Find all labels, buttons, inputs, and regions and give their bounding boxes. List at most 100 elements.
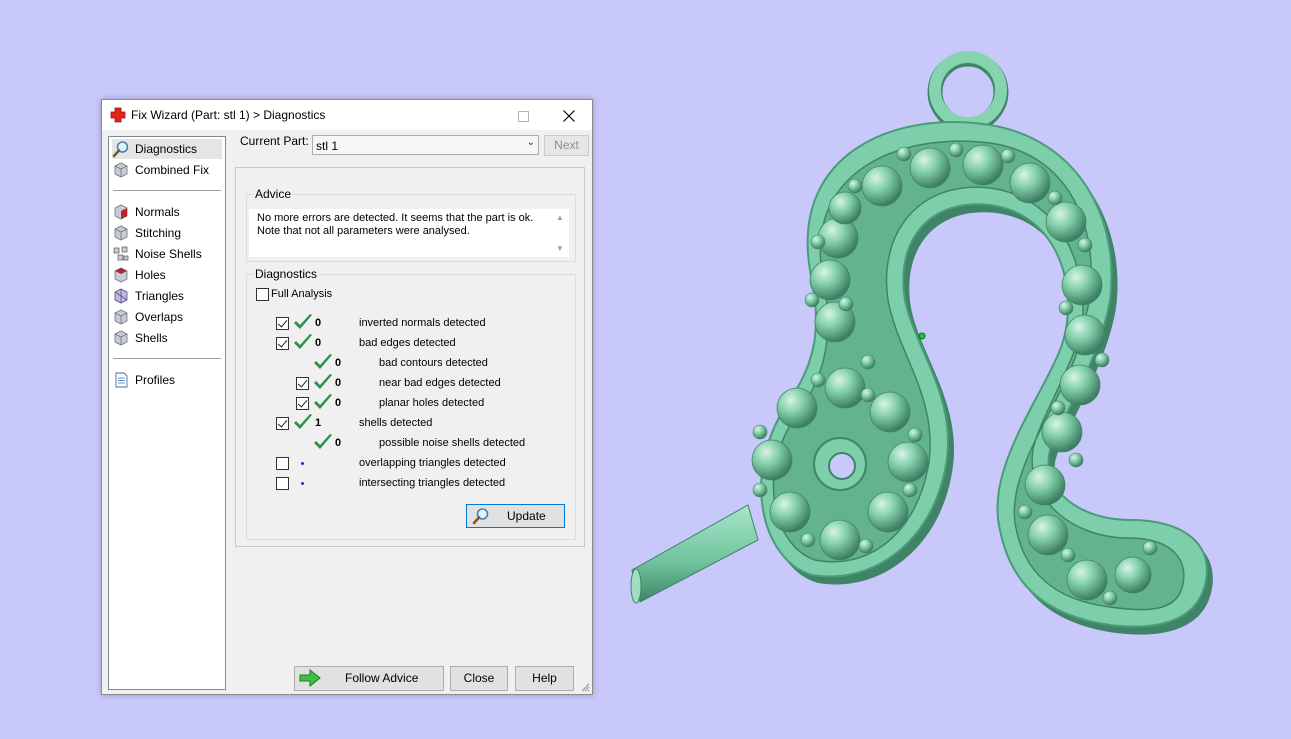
close-icon (563, 110, 575, 123)
next-button[interactable]: Next (544, 135, 589, 156)
not-analysed-dot-icon (301, 462, 304, 465)
diagnostic-checkbox[interactable] (276, 317, 289, 330)
advice-title: Advice (253, 187, 294, 201)
green-check-icon (294, 334, 312, 349)
nav-normals[interactable]: Normals (112, 202, 222, 222)
follow-advice-button[interactable]: Follow Advice (294, 666, 444, 691)
diagnostic-label: possible noise shells detected (379, 437, 526, 449)
green-check-icon (314, 374, 332, 389)
diagnostic-count: 0 (335, 397, 342, 409)
profiles-document-icon (115, 372, 128, 388)
diagnostic-count: 0 (335, 357, 342, 369)
green-check-icon (314, 354, 332, 369)
pendant-model (630, 51, 1213, 635)
current-part-label: Current Part: (240, 134, 309, 148)
magnifier-icon (112, 141, 129, 158)
holes-cube-icon (114, 267, 128, 283)
scroll-up-icon[interactable]: ▲ (556, 213, 564, 222)
diagnostic-label: planar holes detected (379, 397, 485, 409)
nav-label: Stitching (135, 226, 182, 240)
nav-label: Normals (135, 205, 180, 219)
nav-triangles[interactable]: Triangles (112, 286, 222, 306)
close-button[interactable]: Close (450, 666, 508, 691)
diagnostic-count: 0 (335, 377, 342, 389)
nav-label: Combined Fix (135, 163, 210, 177)
nav-combined-fix[interactable]: Combined Fix (112, 160, 222, 180)
fix-wizard-dialog: Fix Wizard (Part: stl 1) > Diagnostics D… (101, 99, 593, 695)
follow-advice-label: Follow Advice (345, 671, 419, 685)
triangles-cube-icon (114, 288, 128, 304)
diagnostic-checkbox[interactable] (276, 477, 289, 490)
magnifier-icon (472, 508, 489, 525)
full-analysis-checkbox[interactable] (256, 288, 269, 301)
resize-grip-icon[interactable] (580, 682, 590, 692)
diagnostic-label: near bad edges detected (379, 377, 501, 389)
close-window-button[interactable] (546, 100, 592, 130)
diagnostic-label: shells detected (359, 417, 433, 429)
update-label: Update (507, 509, 546, 523)
maximize-icon (517, 110, 529, 122)
green-arrow-icon (299, 669, 321, 687)
advice-line: Note that not all parameters were analys… (257, 225, 470, 237)
green-check-icon (294, 314, 312, 329)
nav-label: Shells (135, 331, 168, 345)
diagnostic-checkbox[interactable] (296, 397, 309, 410)
nav-overlaps[interactable]: Overlaps (112, 307, 222, 327)
window-title: Fix Wizard (Part: stl 1) > Diagnostics (131, 108, 326, 122)
nav-noise-shells[interactable]: Noise Shells (112, 244, 222, 264)
nav-holes[interactable]: Holes (112, 265, 222, 285)
nav-label: Overlaps (135, 310, 184, 324)
scroll-down-icon[interactable]: ▼ (556, 244, 564, 253)
nav-label: Triangles (135, 289, 184, 303)
red-cross-icon (110, 107, 126, 123)
diagnostic-count: 0 (335, 437, 342, 449)
normals-cube-icon (114, 204, 128, 220)
diagnostic-label: intersecting triangles detected (359, 477, 506, 489)
advice-scrollbar[interactable]: ▲ ▼ (553, 209, 569, 257)
title-bar[interactable]: Fix Wizard (Part: stl 1) > Diagnostics (102, 100, 592, 130)
current-part-select[interactable]: stl 1 ⌄ (312, 135, 539, 155)
nav-profiles[interactable]: Profiles (112, 370, 222, 390)
advice-groupbox: Advice No more errors are detected. It s… (246, 187, 576, 262)
nav-shells[interactable]: Shells (112, 328, 222, 348)
advice-line: No more errors are detected. It seems th… (257, 212, 534, 224)
stitching-cube-icon (114, 225, 128, 241)
diagnostic-label: inverted normals detected (359, 317, 486, 329)
advice-text: No more errors are detected. It seems th… (249, 209, 553, 257)
help-button[interactable]: Help (515, 666, 574, 691)
nav-diagnostics[interactable]: Diagnostics (112, 139, 222, 159)
full-analysis-label: Full Analysis (271, 288, 333, 300)
cube-icon (114, 162, 128, 178)
diagnostic-count: 0 (315, 317, 322, 329)
diagnostic-checkbox[interactable] (296, 377, 309, 390)
maximize-button[interactable] (500, 100, 546, 130)
diagnostic-label: bad contours detected (379, 357, 488, 369)
nav-divider (113, 190, 221, 191)
green-check-icon (314, 434, 332, 449)
nav-label: Profiles (135, 373, 176, 387)
diagnostic-count: 0 (315, 337, 322, 349)
nav-label: Noise Shells (135, 247, 202, 261)
update-button[interactable]: Update (466, 504, 565, 528)
nav-label: Diagnostics (135, 142, 198, 156)
nav-stitching[interactable]: Stitching (112, 223, 222, 243)
diagnostic-count: 1 (315, 417, 322, 429)
green-check-icon (294, 414, 312, 429)
diagnostic-label: overlapping triangles detected (359, 457, 506, 469)
diagnostic-checkbox[interactable] (276, 457, 289, 470)
minimize-button[interactable] (454, 100, 500, 130)
green-check-icon (314, 394, 332, 409)
current-part-value: stl 1 (316, 139, 339, 153)
noise-shells-icon (113, 246, 129, 261)
diagnostic-checkbox[interactable] (276, 337, 289, 350)
chevron-down-icon: ⌄ (526, 137, 535, 148)
not-analysed-dot-icon (301, 482, 304, 485)
diagnostics-title: Diagnostics (253, 267, 320, 281)
diagnostic-label: bad edges detected (359, 337, 456, 349)
diagnostic-checkbox[interactable] (276, 417, 289, 430)
shells-cube-icon (114, 330, 128, 346)
overlaps-cube-icon (114, 309, 128, 325)
nav-label: Holes (135, 268, 166, 282)
nav-divider (113, 358, 221, 359)
wizard-navigation: Diagnostics Combined Fix Normals Stitchi… (108, 136, 226, 690)
